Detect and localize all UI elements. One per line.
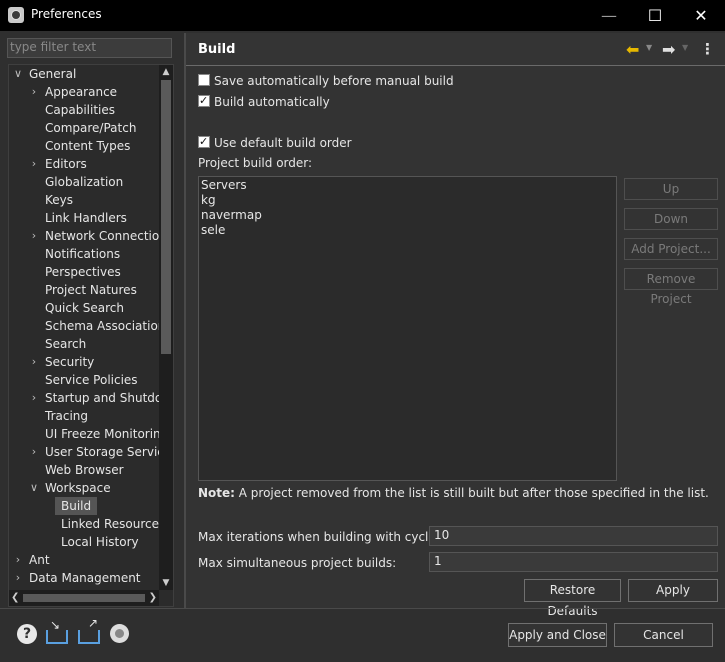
expand-icon[interactable]: › [11,569,25,587]
build-page: Save automatically before manual build B… [186,66,725,618]
expand-icon[interactable]: › [27,389,41,407]
expand-icon[interactable]: › [27,227,41,245]
down-button[interactable]: Down [624,208,718,230]
checkbox-label: Build automatically [214,95,330,109]
tree-horizontal-scrollbar[interactable]: ❮ ❯ [9,590,159,606]
minimize-icon[interactable]: — [586,0,632,31]
tree-item-label: Tracing [45,409,89,423]
scroll-right-icon[interactable]: ❯ [149,590,157,606]
page-header: Build ⬅ ▼ ➡ ▼ ⋮ [186,33,725,66]
tree-item-label: Globalization [45,175,124,189]
tree-item-label: Project Natures [45,283,137,297]
apply-button[interactable]: Apply [628,579,718,602]
tree-item-label: Linked Resources [61,517,166,531]
max-simultaneous-label: Max simultaneous project builds: [198,556,397,570]
h-scroll-thumb[interactable] [23,594,145,602]
list-item[interactable]: navermap [201,208,614,223]
maximize-icon[interactable]: ☐ [632,0,678,31]
project-build-order-list[interactable]: Servers kg navermap sele [198,176,617,481]
tree-item-label: Service Policies [45,373,138,387]
restore-defaults-button[interactable]: Restore Defaults [524,579,621,618]
list-item[interactable]: kg [201,193,614,208]
tree-item-label: Schema Associations [45,319,172,333]
tree-item-label: Capabilities [45,103,115,117]
tree-item-label: Quick Search [45,301,124,315]
remove-project-button[interactable]: Remove Project [624,268,718,306]
note-body: A project removed from the list is still… [234,486,709,500]
eclipse-app-icon [8,7,24,23]
scroll-left-icon[interactable]: ❮ [11,590,19,606]
expand-icon[interactable]: › [27,155,41,173]
tree-item-label: Keys [45,193,74,207]
add-project-button[interactable]: Add Project... [624,238,718,260]
expand-icon[interactable]: › [27,443,41,461]
tree-item-label: Network Connections [45,229,174,243]
checkbox-box[interactable] [198,74,210,86]
note-prefix: Note: [198,486,235,500]
max-simultaneous-field[interactable]: 1 [429,552,718,572]
up-button[interactable]: Up [624,178,718,200]
tree-item-label: Startup and Shutdown [45,391,174,405]
expand-icon[interactable]: › [27,83,41,101]
tree-item-label: General [29,67,77,81]
cancel-button[interactable]: Cancel [614,623,713,647]
oomph-icon[interactable] [110,624,129,643]
tree-item-label: Security [45,355,95,369]
back-arrow-icon[interactable]: ⬅ [626,40,639,59]
filter-input[interactable]: type filter text [7,38,172,58]
list-item[interactable]: Servers [201,178,614,193]
tree-item-label: Compare/Patch [45,121,137,135]
max-iterations-label: Max iterations when building with cycles… [198,530,447,544]
tree-item-label: Editors [45,157,87,171]
scroll-down-icon[interactable]: ▼ [159,576,173,590]
footer-divider [0,608,725,609]
export-icon[interactable] [78,616,100,644]
help-icon[interactable]: ? [17,624,37,644]
tree-item-label: Web Browser [45,463,124,477]
project-build-order-label: Project build order: [198,156,313,170]
collapse-icon[interactable]: ∨ [11,65,25,83]
tree-item-label: Notifications [45,247,121,261]
note-text: Note: A project removed from the list is… [198,486,709,500]
tree-item-label: Data Management [29,571,141,585]
tree-item-label: Workspace [45,481,111,495]
forward-dropdown-icon[interactable]: ▼ [682,43,688,52]
title-bar: Preferences — ☐ ✕ [0,0,725,31]
collapse-icon[interactable]: ∨ [27,479,41,497]
tree-item-label: Content Types [45,139,131,153]
tree-item-label: Build [55,497,98,515]
apply-and-close-button[interactable]: Apply and Close [508,623,607,647]
tree-item-label: User Storage Service [45,445,172,459]
tree-item-label: Local History [61,535,139,549]
forward-arrow-icon[interactable]: ➡ [662,40,675,59]
list-item[interactable]: sele [201,223,614,238]
checkbox-box[interactable] [198,93,210,109]
checkbox-label: Use default build order [214,136,352,150]
tree-vertical-scrollbar[interactable]: ▲ ▼ [159,65,173,590]
window-title: Preferences [31,7,102,21]
page-title: Build [198,42,236,57]
scroll-up-icon[interactable]: ▲ [159,65,173,79]
import-icon[interactable] [46,618,68,644]
tree-item-label: Perspectives [45,265,121,279]
expand-icon[interactable]: › [27,353,41,371]
preference-tree[interactable]: ∨ General › Appearance Capabilities Compare/P… [8,64,174,607]
close-icon[interactable]: ✕ [678,0,724,31]
checkbox-label: Save automatically before manual build [214,74,454,88]
tree-item-label: Ant [29,553,50,567]
tree-item-label: Search [45,337,87,351]
scroll-thumb[interactable] [161,80,171,354]
expand-icon[interactable]: › [11,551,25,569]
tree-item-label: UI Freeze Monitoring [45,427,169,441]
tree-item-label: Appearance [45,85,118,99]
back-dropdown-icon[interactable]: ▼ [646,43,652,52]
view-menu-icon[interactable]: ⋮ [700,40,715,58]
max-iterations-field[interactable]: 10 [429,526,718,546]
tree-item-label: Link Handlers [45,211,127,225]
checkbox-box[interactable] [198,134,210,150]
